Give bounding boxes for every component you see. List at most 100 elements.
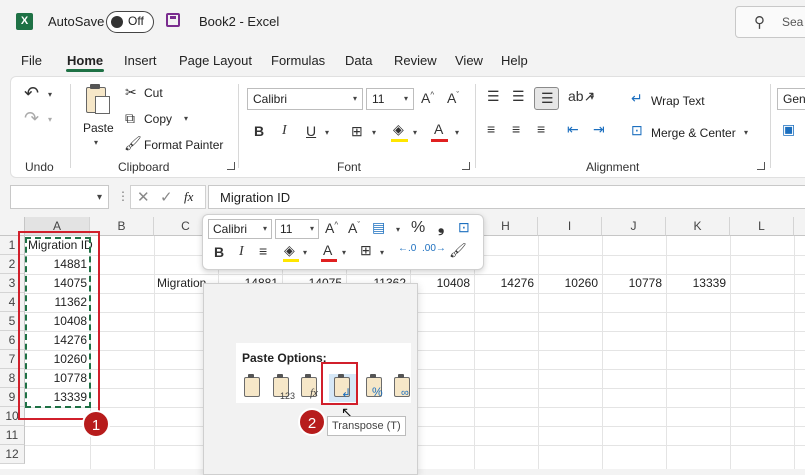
cell-g3[interactable]: 10408 (410, 274, 470, 293)
enter-icon[interactable]: ✓ (160, 188, 173, 206)
align-right-icon[interactable]: ≡ (537, 121, 545, 137)
wrap-text-button[interactable]: Wrap Text (651, 94, 705, 108)
mini-decrease-font-icon[interactable]: Aˇ (348, 220, 360, 236)
insert-function-icon[interactable]: fx (184, 189, 193, 205)
font-size-combo[interactable]: 11 ▾ (366, 88, 414, 110)
font-color-dropdown-icon[interactable]: ▾ (455, 128, 459, 137)
tab-view[interactable]: View (455, 53, 483, 68)
decrease-indent-icon[interactable]: ⇤ (567, 121, 579, 138)
mini-align-icon[interactable]: ≡ (259, 243, 267, 259)
paste-button[interactable]: Paste (83, 121, 114, 135)
mini-increase-font-icon[interactable]: A^ (325, 220, 338, 236)
borders-dropdown-icon[interactable]: ▾ (372, 128, 376, 137)
align-middle-icon[interactable]: ☰ (512, 88, 525, 105)
redo-dropdown-icon[interactable]: ▾ (48, 115, 52, 124)
mini-merge-icon[interactable]: ⊡ (458, 219, 470, 236)
tab-home[interactable]: Home (67, 53, 103, 68)
chevron-down-icon: ▾ (403, 94, 408, 103)
underline-dropdown-icon[interactable]: ▾ (325, 128, 329, 137)
merge-center-button[interactable]: Merge & Center (651, 126, 736, 140)
mini-comma-button[interactable]: ❟ (438, 219, 444, 237)
number-format-combo[interactable]: Gene (777, 88, 805, 110)
column-header-l[interactable]: L (730, 217, 794, 236)
undo-icon[interactable]: ↶ (24, 83, 39, 104)
mini-font-color-dropdown-icon[interactable]: ▾ (342, 248, 346, 257)
tab-insert[interactable]: Insert (124, 53, 157, 68)
fill-color-icon[interactable]: ◈ (393, 121, 404, 138)
decrease-font-icon[interactable]: Aˇ (447, 90, 459, 106)
copy-dropdown-icon[interactable]: ▾ (184, 114, 188, 123)
tab-help[interactable]: Help (501, 53, 528, 68)
paste-formatting-icon[interactable]: % (361, 374, 389, 402)
cell-i3[interactable]: 10260 (538, 274, 598, 293)
align-bottom-button[interactable]: ☰ (534, 87, 559, 110)
mini-number-dropdown-icon[interactable]: ▾ (396, 225, 400, 234)
underline-button[interactable]: U (306, 123, 316, 139)
tab-file[interactable]: File (21, 53, 42, 68)
orientation-dropdown-icon[interactable]: ▾ (590, 93, 594, 102)
fill-color-dropdown-icon[interactable]: ▾ (413, 128, 417, 137)
row-header[interactable]: 11 (0, 426, 25, 445)
borders-icon[interactable]: ⊞ (351, 123, 363, 140)
mini-fill-color-icon[interactable]: ◈ (284, 242, 295, 259)
mini-number-format-icon[interactable]: ▤ (372, 219, 385, 236)
cell-c3[interactable]: Migration (157, 274, 206, 293)
align-left-icon[interactable]: ≡ (487, 121, 495, 137)
cut-button[interactable]: Cut (144, 86, 163, 100)
mini-decrease-decimal-icon[interactable]: .00→ (422, 243, 446, 254)
format-painter-button[interactable]: Format Painter (144, 138, 223, 152)
save-icon[interactable] (166, 13, 180, 27)
cancel-icon[interactable]: ✕ (137, 188, 150, 206)
font-launcher-icon[interactable] (462, 162, 470, 170)
tab-formulas[interactable]: Formulas (271, 53, 325, 68)
mini-percent-button[interactable]: % (411, 219, 425, 237)
mini-increase-decimal-icon[interactable]: ←.0 (398, 243, 416, 254)
formula-input[interactable]: Migration ID (208, 185, 805, 209)
increase-indent-icon[interactable]: ⇥ (593, 121, 605, 138)
font-name-combo[interactable]: Calibri ▾ (247, 88, 363, 110)
font-color-icon[interactable]: A (434, 121, 443, 137)
merge-dropdown-icon[interactable]: ▾ (744, 128, 748, 137)
paste-icon[interactable] (239, 374, 267, 402)
row-header[interactable]: 12 (0, 445, 25, 464)
autosave-toggle[interactable]: Off (106, 11, 154, 33)
align-top-icon[interactable]: ☰ (487, 88, 500, 105)
tab-data[interactable]: Data (345, 53, 372, 68)
mini-size-combo[interactable]: 11 ▾ (275, 219, 319, 239)
bold-button[interactable]: B (254, 123, 264, 139)
cell-h3[interactable]: 14276 (474, 274, 534, 293)
accounting-format-icon[interactable]: ▣ (782, 121, 795, 138)
search-box[interactable]: ⚲ Sea (735, 6, 805, 38)
mini-borders-dropdown-icon[interactable]: ▾ (380, 248, 384, 257)
tab-review[interactable]: Review (394, 53, 437, 68)
mini-font-combo[interactable]: Calibri ▾ (208, 219, 272, 239)
column-header-j[interactable]: J (602, 217, 666, 236)
copy-button[interactable]: Copy (144, 112, 172, 126)
mini-bold-button[interactable]: B (214, 244, 224, 260)
mini-borders-icon[interactable]: ⊞ (360, 242, 372, 259)
paste-icon[interactable] (84, 84, 110, 114)
column-header-i[interactable]: I (538, 217, 602, 236)
undo-dropdown-icon[interactable]: ▾ (48, 90, 52, 99)
mini-font-color-icon[interactable]: A (323, 242, 332, 258)
increase-font-icon[interactable]: A^ (421, 90, 434, 106)
column-header-m[interactable] (794, 217, 805, 236)
redo-icon[interactable]: ↷ (24, 108, 39, 129)
mini-italic-button[interactable]: I (239, 244, 244, 260)
align-center-icon[interactable]: ≡ (512, 121, 520, 137)
alignment-launcher-icon[interactable] (757, 162, 765, 170)
cell-j3[interactable]: 10778 (602, 274, 662, 293)
paste-link-icon[interactable]: ∞ (389, 374, 417, 402)
mini-fill-dropdown-icon[interactable]: ▾ (303, 248, 307, 257)
italic-button[interactable]: I (282, 123, 287, 139)
clipboard-launcher-icon[interactable] (227, 162, 235, 170)
wrap-text-icon: ↵ (631, 90, 643, 106)
paste-values-icon[interactable]: 123 (268, 374, 296, 402)
mini-format-painter-icon[interactable]: 🖌 (449, 242, 467, 259)
column-header-k[interactable]: K (666, 217, 730, 236)
tab-page-layout[interactable]: Page Layout (179, 53, 252, 68)
cell-k3[interactable]: 13339 (666, 274, 726, 293)
paste-formulas-icon[interactable]: fx (296, 374, 324, 402)
paste-dropdown-icon[interactable]: ▾ (94, 138, 98, 147)
name-box[interactable]: ▾ (10, 185, 109, 209)
